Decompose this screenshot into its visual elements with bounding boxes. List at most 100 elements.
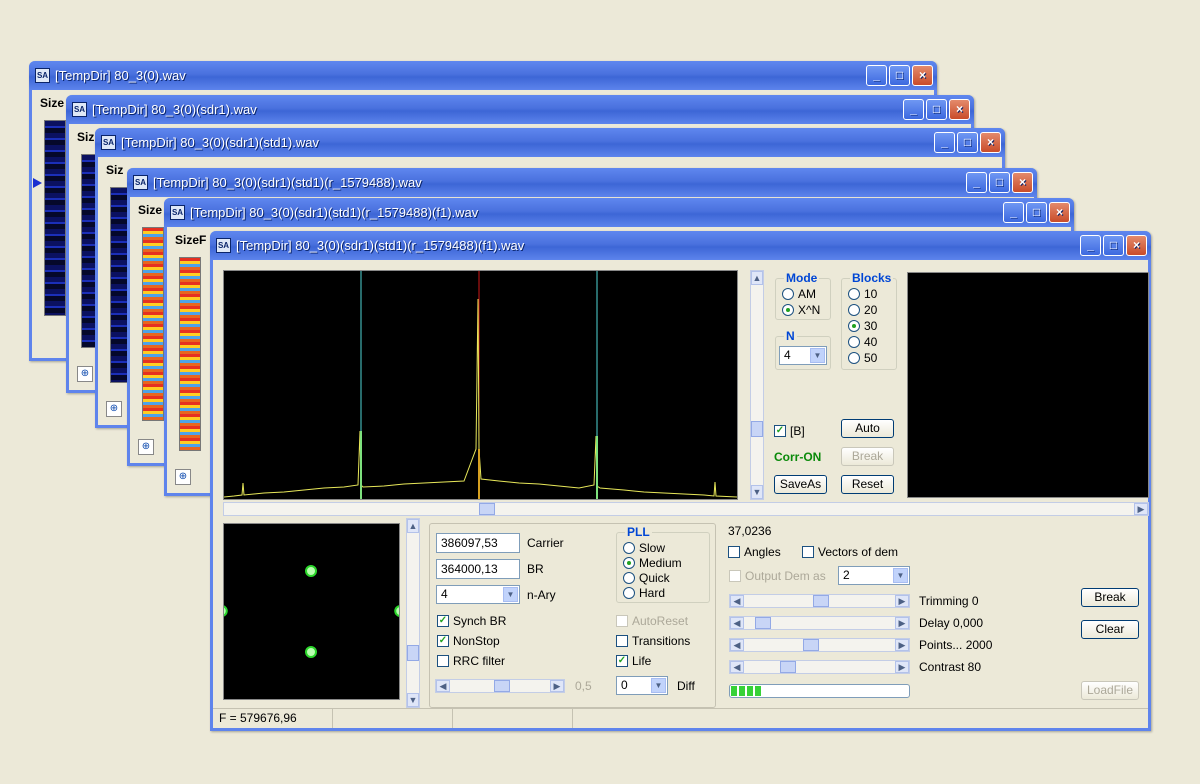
- parameter-slider[interactable]: ◀ ▶: [729, 638, 910, 652]
- blocks-20-radio[interactable]: 20: [848, 303, 877, 317]
- mode-am-radio[interactable]: AM: [782, 287, 816, 301]
- scroll-thumb[interactable]: [407, 645, 419, 661]
- zoom-icon[interactable]: ⊕: [77, 366, 93, 382]
- slider-thumb[interactable]: [812, 595, 829, 607]
- output-dem-checkbox[interactable]: Output Dem as: [729, 569, 826, 583]
- minimize-icon[interactable]: _: [866, 65, 887, 86]
- mode-xn-radio[interactable]: X^N: [782, 303, 820, 317]
- maximize-icon[interactable]: □: [989, 172, 1010, 193]
- scroll-left-icon[interactable]: ◀: [730, 639, 744, 651]
- scroll-left-icon[interactable]: ◀: [730, 661, 744, 673]
- scroll-down-icon[interactable]: ▼: [751, 485, 763, 499]
- slider-thumb[interactable]: [779, 661, 796, 673]
- slider-thumb[interactable]: [802, 639, 819, 651]
- window-titlebar[interactable]: SA [TempDir] 80_3(0)(sdr1).wav _ □ ×: [66, 95, 974, 124]
- br-field[interactable]: 364000,13: [436, 559, 520, 579]
- minimize-icon[interactable]: _: [1003, 202, 1024, 223]
- pll-quick-radio[interactable]: Quick: [623, 571, 670, 585]
- minimize-icon[interactable]: _: [966, 172, 987, 193]
- parameter-slider[interactable]: ◀ ▶: [729, 594, 910, 608]
- scroll-right-icon[interactable]: ▶: [895, 617, 909, 629]
- rrc-filter-checkbox[interactable]: RRC filter: [437, 654, 505, 668]
- nary-select[interactable]: 4 ▼: [436, 585, 520, 604]
- n-select[interactable]: 4 ▼: [779, 346, 827, 365]
- blocks-40-radio[interactable]: 40: [848, 335, 877, 349]
- close-icon[interactable]: ×: [912, 65, 933, 86]
- chevron-down-icon[interactable]: ▼: [893, 568, 908, 583]
- pll-slow-radio[interactable]: Slow: [623, 541, 665, 555]
- blocks-50-radio[interactable]: 50: [848, 351, 877, 365]
- scroll-up-icon[interactable]: ▲: [407, 519, 419, 533]
- chevron-down-icon[interactable]: ▼: [651, 678, 666, 693]
- close-icon[interactable]: ×: [949, 99, 970, 120]
- slider-thumb[interactable]: [494, 680, 510, 692]
- output-dem-select[interactable]: 2 ▼: [838, 566, 910, 585]
- scroll-down-icon[interactable]: ▼: [407, 693, 419, 707]
- break-button[interactable]: Break: [1081, 588, 1139, 607]
- maximize-icon[interactable]: □: [1103, 235, 1124, 256]
- scroll-right-icon[interactable]: ▶: [895, 661, 909, 673]
- clear-button[interactable]: Clear: [1081, 620, 1139, 639]
- maximize-icon[interactable]: □: [889, 65, 910, 86]
- spectrum-hscroll[interactable]: ▶: [223, 502, 1149, 516]
- loadfile-button[interactable]: LoadFile: [1081, 681, 1139, 700]
- scroll-left-icon[interactable]: ◀: [436, 680, 450, 692]
- window-titlebar[interactable]: SA [TempDir] 80_3(0)(sdr1)(std1)(r_15794…: [127, 168, 1037, 197]
- angles-checkbox[interactable]: Angles: [728, 545, 781, 559]
- pll-medium-radio[interactable]: Medium: [623, 556, 682, 570]
- nonstop-checkbox[interactable]: ✓ NonStop: [437, 634, 500, 648]
- scroll-up-icon[interactable]: ▲: [751, 271, 763, 285]
- close-icon[interactable]: ×: [980, 132, 1001, 153]
- constellation-vscroll[interactable]: ▲ ▼: [406, 518, 420, 708]
- scroll-left-icon[interactable]: ◀: [730, 617, 744, 629]
- chevron-down-icon[interactable]: ▼: [503, 587, 518, 602]
- parameter-slider[interactable]: ◀ ▶: [729, 660, 910, 674]
- scroll-right-icon[interactable]: ▶: [895, 595, 909, 607]
- zoom-icon[interactable]: ⊕: [175, 469, 191, 485]
- chevron-down-icon[interactable]: ▼: [810, 348, 825, 363]
- life-checkbox[interactable]: ✓ Life: [616, 654, 651, 668]
- transitions-checkbox[interactable]: Transitions: [616, 634, 690, 648]
- rolloff-slider[interactable]: ◀ ▶: [435, 679, 565, 693]
- b-checkbox[interactable]: ✓ [B]: [774, 424, 805, 438]
- auto-button[interactable]: Auto: [841, 419, 894, 438]
- blocks-10-radio[interactable]: 10: [848, 287, 877, 301]
- window-titlebar[interactable]: SA [TempDir] 80_3(0)(sdr1)(std1).wav _ □ ×: [95, 128, 1005, 157]
- maximize-icon[interactable]: □: [1026, 202, 1047, 223]
- autoreset-checkbox[interactable]: AutoReset: [616, 614, 688, 628]
- window-titlebar[interactable]: SA [TempDir] 80_3(0).wav _ □ ×: [29, 61, 937, 90]
- zoom-icon[interactable]: ⊕: [106, 401, 122, 417]
- scroll-thumb[interactable]: [479, 503, 495, 515]
- scroll-left-icon[interactable]: ◀: [730, 595, 744, 607]
- close-icon[interactable]: ×: [1049, 202, 1070, 223]
- reset-button[interactable]: Reset: [841, 475, 894, 494]
- diff-select[interactable]: 0 ▼: [616, 676, 668, 695]
- break-button-disabled[interactable]: Break: [841, 447, 894, 466]
- scroll-right-icon[interactable]: ▶: [1134, 503, 1148, 515]
- blocks-30-radio[interactable]: 30: [848, 319, 877, 333]
- window-titlebar[interactable]: SA [TempDir] 80_3(0)(sdr1)(std1)(r_15794…: [210, 231, 1151, 260]
- slider-thumb[interactable]: [754, 617, 771, 629]
- main-window[interactable]: SA [TempDir] 80_3(0)(sdr1)(std1)(r_15794…: [210, 231, 1151, 731]
- minimize-icon[interactable]: _: [934, 132, 955, 153]
- close-icon[interactable]: ×: [1126, 235, 1147, 256]
- maximize-icon[interactable]: □: [957, 132, 978, 153]
- zoom-icon[interactable]: ⊕: [138, 439, 154, 455]
- pll-hard-radio[interactable]: Hard: [623, 586, 665, 600]
- window-titlebar[interactable]: SA [TempDir] 80_3(0)(sdr1)(std1)(r_15794…: [164, 198, 1074, 227]
- maximize-icon[interactable]: □: [926, 99, 947, 120]
- saveas-button[interactable]: SaveAs: [774, 475, 827, 494]
- scroll-thumb[interactable]: [751, 421, 763, 437]
- scroll-right-icon[interactable]: ▶: [895, 639, 909, 651]
- minimize-icon[interactable]: _: [1080, 235, 1101, 256]
- parameter-slider[interactable]: ◀ ▶: [729, 616, 910, 630]
- close-icon[interactable]: ×: [1012, 172, 1033, 193]
- carrier-field[interactable]: 386097,53: [436, 533, 520, 553]
- minimize-icon[interactable]: _: [903, 99, 924, 120]
- synch-br-checkbox[interactable]: ✓ Synch BR: [437, 614, 506, 628]
- spectrum-vscroll[interactable]: ▲ ▼: [750, 270, 764, 500]
- scroll-right-icon[interactable]: ▶: [550, 680, 564, 692]
- spectrum-display[interactable]: [223, 270, 738, 500]
- vectors-checkbox[interactable]: Vectors of dem: [802, 545, 898, 559]
- blocks-50-label: 50: [864, 351, 878, 365]
